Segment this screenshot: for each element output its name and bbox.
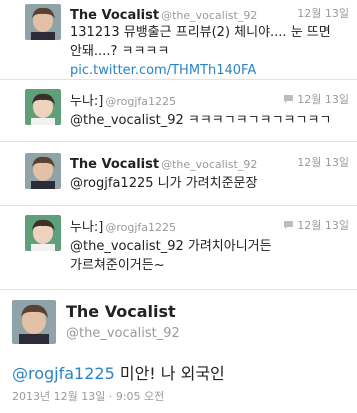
- mention-link[interactable]: @rogjfa1225: [12, 364, 115, 383]
- author-name[interactable]: 누나:]: [70, 220, 103, 235]
- author-handle[interactable]: @the_vocalist_92: [66, 326, 180, 341]
- author-name[interactable]: 누나:]: [70, 94, 103, 109]
- tweet-text: @the_vocalist_92 ㅋㅋㅋㄱㅋㄱㅋㄱㅋㄱㅋㄱ: [70, 113, 332, 128]
- tweet-4[interactable]: 누나:] @rogjfa1225 12월 13일 @the_vocalist_92…: [0, 206, 357, 290]
- avatar-photo-icon: [25, 153, 61, 189]
- focused-tweet: The Vocalist @the_vocalist_92 @rogjfa122…: [0, 290, 357, 413]
- author-handle[interactable]: @rogjfa1225: [105, 95, 176, 108]
- author-handle[interactable]: @rogjfa1225: [105, 221, 176, 234]
- tweet-timestamp: 2013년 12월 13일 · 9:05 오전: [12, 390, 165, 403]
- avatar[interactable]: [25, 215, 61, 251]
- author-name[interactable]: The Vocalist: [70, 8, 159, 23]
- avatar-photo-icon: [12, 300, 56, 344]
- author-handle[interactable]: @the_vocalist_92: [161, 158, 257, 171]
- speech-bubble-icon: [283, 94, 294, 107]
- author-name[interactable]: The Vocalist: [66, 302, 176, 321]
- avatar[interactable]: [25, 153, 61, 189]
- speech-bubble-icon: [283, 220, 294, 233]
- tweet-2[interactable]: 누나:] @rogjfa1225 12월 13일 @the_vocalist_92…: [0, 80, 357, 142]
- tweet-3[interactable]: The Vocalist @the_vocalist_92 12월 13일 @ro…: [0, 142, 357, 206]
- media-link[interactable]: pic.twitter.com/THMTh140FA: [70, 63, 256, 78]
- avatar-photo-icon: [25, 4, 61, 40]
- avatar[interactable]: [25, 89, 61, 125]
- tweet-text: @rogjfa1225 니가 가려치준문장: [70, 176, 258, 191]
- tweet-text: @the_vocalist_92 가려치아니거든 가르쳐준이거든~: [70, 239, 272, 273]
- tweet-text: 131213 뮤뱅출근 프리뷰(2) 체니야.... 눈 뜨면 안돼....? …: [70, 25, 331, 78]
- avatar-photo-icon: [25, 89, 61, 125]
- avatar-photo-icon: [25, 215, 61, 251]
- avatar[interactable]: [25, 4, 61, 40]
- avatar[interactable]: [12, 300, 56, 344]
- tweet-1[interactable]: The Vocalist @the_vocalist_92 12월 13일 131…: [0, 0, 357, 80]
- tweet-date: 12월 13일: [283, 217, 349, 233]
- tweet-date: 12월 13일: [283, 91, 349, 107]
- tweet-date: 12월 13일: [297, 7, 349, 20]
- tweet-text: @rogjfa1225 미안! 나 외국인: [12, 364, 225, 383]
- tweet-date: 12월 13일: [297, 156, 349, 169]
- author-handle[interactable]: @the_vocalist_92: [161, 9, 257, 22]
- author-name[interactable]: The Vocalist: [70, 157, 159, 172]
